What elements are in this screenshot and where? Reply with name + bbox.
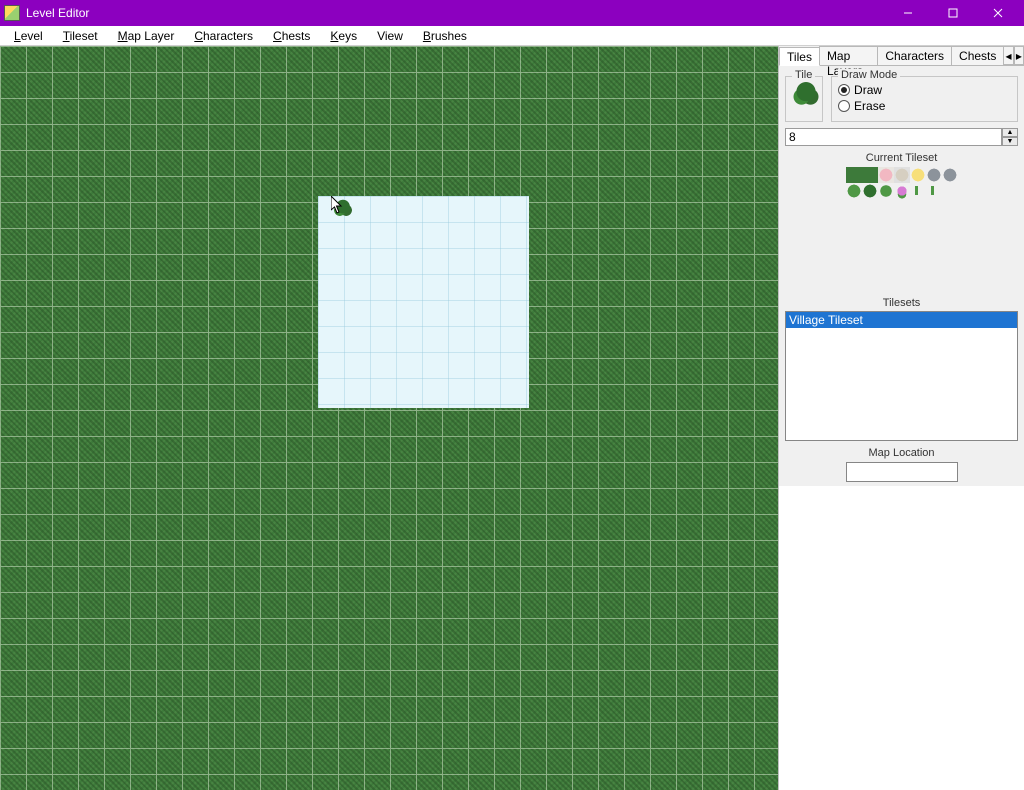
menu-view[interactable]: View [367, 27, 413, 45]
tab-map-layers[interactable]: Map Layers [819, 46, 878, 65]
menu-characters[interactable]: Characters [184, 27, 263, 45]
menu-chests[interactable]: Chests [263, 27, 320, 45]
selection-rect [318, 196, 529, 408]
radio-draw-icon [838, 84, 850, 96]
tilesets-label: Tilesets [785, 297, 1018, 309]
app-icon [4, 5, 20, 21]
spinner-up[interactable]: ▲ [1002, 128, 1018, 137]
window-title: Level Editor [26, 6, 885, 20]
tileset-tile-shrub[interactable] [878, 183, 894, 199]
current-tileset-preview[interactable] [846, 167, 958, 201]
tileset-tile-pig[interactable] [878, 167, 894, 183]
tileset-tile-cow[interactable] [894, 167, 910, 183]
tabs-scroll-left[interactable]: ◂ [1003, 46, 1013, 65]
content: Tiles Map Layers Characters Chests ◂ ▸ T… [0, 46, 1024, 790]
menu-keys[interactable]: Keys [320, 27, 367, 45]
radio-erase-icon [838, 100, 850, 112]
radio-draw-label: Draw [854, 83, 882, 97]
radio-erase[interactable]: Erase [838, 99, 1011, 113]
group-tile-label: Tile [792, 69, 815, 81]
tile-index-input[interactable] [785, 128, 1002, 146]
side-tabs: Tiles Map Layers Characters Chests ◂ ▸ [779, 46, 1024, 66]
maximize-button[interactable] [930, 0, 975, 26]
tileset-tile-grass2[interactable] [862, 167, 878, 183]
menu-brushes[interactable]: Brushes [413, 27, 477, 45]
tileset-tile-bush[interactable] [846, 183, 862, 199]
current-tileset-label: Current Tileset [785, 152, 1018, 164]
panel-body: Tile Draw Mode Draw Erase [779, 66, 1024, 486]
spinner-down[interactable]: ▼ [1002, 137, 1018, 146]
tileset-tile-tree[interactable] [862, 183, 878, 199]
tileset-tile-sprout2[interactable] [926, 183, 942, 199]
tileset-tile-rock2[interactable] [942, 167, 958, 183]
tile-index-spinner[interactable]: ▲ ▼ [785, 128, 1018, 146]
tileset-tile-sprout[interactable] [910, 183, 926, 199]
tab-tiles[interactable]: Tiles [779, 47, 820, 66]
tileset-tile-chicken[interactable] [910, 167, 926, 183]
group-tile: Tile [785, 76, 823, 122]
titlebar: Level Editor [0, 0, 1024, 26]
menu-level[interactable]: Level [4, 27, 53, 45]
tileset-item-0[interactable]: Village Tileset [786, 312, 1017, 328]
radio-draw[interactable]: Draw [838, 83, 1011, 97]
map-canvas[interactable] [0, 46, 778, 790]
close-button[interactable] [975, 0, 1020, 26]
side-panel: Tiles Map Layers Characters Chests ◂ ▸ T… [778, 46, 1024, 790]
tab-chests[interactable]: Chests [951, 46, 1004, 65]
minimize-button[interactable] [885, 0, 930, 26]
map-location-input[interactable] [846, 462, 958, 482]
cursor-arrow-icon [331, 196, 343, 214]
group-draw-mode: Draw Mode Draw Erase [831, 76, 1018, 122]
map-grid [0, 46, 778, 790]
radio-erase-label: Erase [854, 99, 885, 113]
selected-tile-preview [792, 81, 820, 109]
menubar: Level Tileset Map Layer Characters Chest… [0, 26, 1024, 46]
menu-tileset[interactable]: Tileset [53, 27, 108, 45]
group-draw-mode-label: Draw Mode [838, 69, 900, 81]
tileset-tile-empty[interactable] [942, 183, 958, 199]
tileset-tile-rock[interactable] [926, 167, 942, 183]
tileset-tile-flower[interactable] [894, 183, 910, 199]
menu-map-layer[interactable]: Map Layer [108, 27, 185, 45]
tab-characters[interactable]: Characters [877, 46, 952, 65]
tilesets-listbox[interactable]: Village Tileset [785, 311, 1018, 441]
tileset-tile-grass[interactable] [846, 167, 862, 183]
panel-white-space [779, 486, 1024, 790]
tabs-scroll-right[interactable]: ▸ [1014, 46, 1024, 65]
map-location-label: Map Location [785, 447, 1018, 459]
